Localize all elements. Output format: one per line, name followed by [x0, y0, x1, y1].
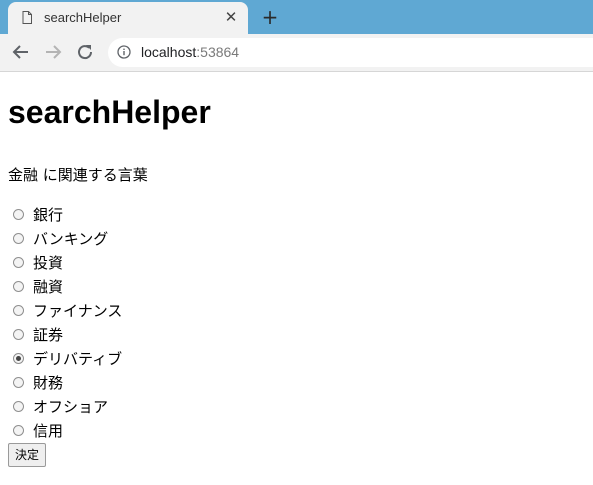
option-row[interactable]: 証券	[8, 322, 308, 346]
option-label: バンキング	[33, 229, 109, 248]
option-row[interactable]: 融資	[8, 274, 308, 298]
back-arrow-icon[interactable]	[9, 40, 33, 64]
url-host: localhost	[141, 44, 197, 60]
radio-button[interactable]	[13, 376, 24, 388]
browser-tab[interactable]: searchHelper ✕	[8, 2, 248, 34]
radio-button[interactable]	[13, 400, 24, 412]
option-label: 融資	[33, 277, 64, 296]
option-row[interactable]: 投資	[8, 250, 308, 274]
reload-icon[interactable]	[73, 40, 97, 64]
option-row[interactable]: 信用	[8, 418, 308, 442]
option-label: ファイナンス	[33, 301, 123, 320]
url-text: localhost:53864	[141, 44, 239, 60]
prompt-text: 金融 に関連する言葉	[8, 166, 148, 184]
option-label: 財務	[33, 373, 64, 392]
forward-arrow-icon[interactable]	[41, 40, 65, 64]
option-label: デリバティブ	[33, 349, 123, 368]
tab-strip: searchHelper ✕ +	[0, 0, 593, 34]
close-tab-icon[interactable]: ✕	[222, 8, 240, 26]
option-label: 証券	[33, 325, 64, 344]
option-row[interactable]: オフショア	[8, 394, 308, 418]
option-label: 信用	[33, 421, 64, 440]
option-row[interactable]: デリバティブ	[8, 346, 308, 370]
option-label: 投資	[33, 253, 64, 272]
option-row[interactable]: 財務	[8, 370, 308, 394]
address-bar[interactable]: localhost:53864	[108, 38, 593, 67]
radio-button[interactable]	[13, 424, 24, 436]
page-icon	[22, 11, 32, 24]
submit-button[interactable]: 決定	[8, 443, 47, 467]
tab-title: searchHelper	[44, 10, 122, 25]
option-label: オフショア	[33, 397, 109, 416]
page-title: searchHelper	[8, 94, 211, 130]
radio-button[interactable]	[13, 328, 24, 340]
option-row[interactable]: 銀行	[8, 202, 308, 226]
url-port: :53864	[196, 44, 240, 60]
option-label: 銀行	[33, 205, 64, 224]
option-row[interactable]: ファイナンス	[8, 298, 308, 322]
option-row[interactable]: バンキング	[8, 226, 308, 250]
radio-button[interactable]	[13, 208, 24, 220]
radio-button[interactable]	[13, 280, 24, 292]
radio-button[interactable]	[13, 352, 24, 364]
browser-toolbar: localhost:53864	[0, 34, 593, 72]
radio-button[interactable]	[13, 232, 24, 244]
radio-button[interactable]	[13, 304, 24, 316]
info-icon[interactable]	[117, 45, 131, 59]
radio-button[interactable]	[13, 256, 24, 268]
new-tab-icon[interactable]: +	[258, 5, 282, 29]
